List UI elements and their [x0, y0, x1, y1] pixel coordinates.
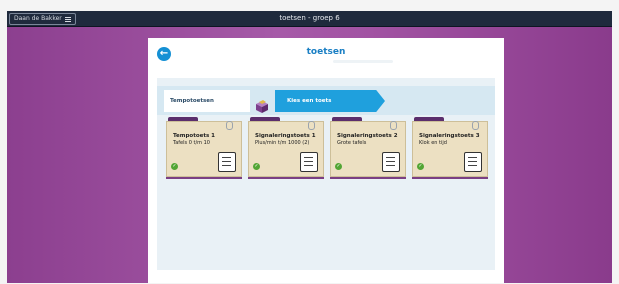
app-frame: Daan de Bakker toetsen - groep 6 ← toets…: [7, 11, 612, 283]
paperclip-icon: [472, 121, 479, 130]
card-description: Tafels 0 t/m 10: [173, 140, 210, 146]
test-card[interactable]: Signaleringstoets 2 Grote tafels ✓: [330, 117, 406, 177]
test-document-icon: [382, 152, 400, 172]
main-panel: ← toetsen Tempotoetsen Kies een toets Te…: [148, 38, 504, 283]
test-document-icon: [464, 152, 482, 172]
page-title: toetsen: [306, 47, 346, 57]
card-description: Klok en tijd: [419, 140, 447, 146]
card-title: Signaleringstoets 2: [337, 133, 398, 139]
paperclip-icon: [226, 121, 233, 130]
card-title: Signaleringstoets 3: [419, 133, 480, 139]
card-description: Grote tafels: [337, 140, 367, 146]
card-title: Signaleringstoets 1: [255, 133, 316, 139]
test-card[interactable]: Signaleringstoets 3 Klok en tijd ✓: [412, 117, 488, 177]
check-icon: ✓: [335, 163, 342, 170]
test-document-icon: [218, 152, 236, 172]
top-bar: Daan de Bakker toetsen - groep 6: [7, 11, 612, 27]
faded-subtitle: [333, 60, 393, 63]
box-icon: [256, 100, 268, 113]
card-body: Signaleringstoets 1 Plus/min t/m 1000 (2…: [248, 121, 324, 177]
card-title: Tempotoets 1: [173, 133, 215, 139]
card-body: Tempotoets 1 Tafels 0 t/m 10 ✓: [166, 121, 242, 177]
card-body: Signaleringstoets 2 Grote tafels ✓: [330, 121, 406, 177]
check-icon: ✓: [417, 163, 424, 170]
window-title: toetsen - groep 6: [279, 14, 340, 22]
test-card[interactable]: Signaleringstoets 1 Plus/min t/m 1000 (2…: [248, 117, 324, 177]
card-description: Plus/min t/m 1000 (2): [255, 140, 310, 146]
tab-bar: Tempotoetsen Kies een toets: [157, 86, 495, 115]
paperclip-icon: [308, 121, 315, 130]
test-card[interactable]: Tempotoets 1 Tafels 0 t/m 10 ✓: [166, 117, 242, 177]
test-document-icon: [300, 152, 318, 172]
check-icon: ✓: [171, 163, 178, 170]
tab-kies-een-toets[interactable]: Kies een toets: [275, 90, 385, 112]
tab-tempotoetsen[interactable]: Tempotoetsen: [164, 90, 250, 112]
check-icon: ✓: [253, 163, 260, 170]
work-area: Tempotoetsen Kies een toets Tempotoets 1…: [157, 78, 495, 270]
paperclip-icon: [390, 121, 397, 130]
card-body: Signaleringstoets 3 Klok en tijd ✓: [412, 121, 488, 177]
